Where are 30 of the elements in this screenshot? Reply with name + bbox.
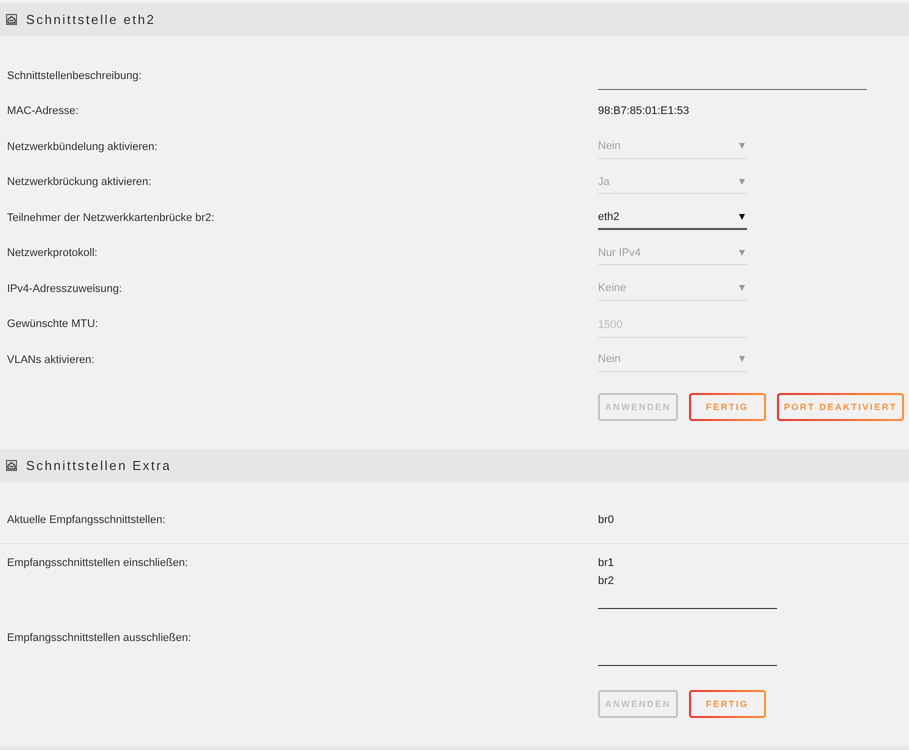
action-button[interactable]: FERTIG <box>688 690 766 718</box>
caret-icon <box>739 143 745 150</box>
section-title: Schnittstelle eth2 <box>26 12 156 27</box>
dropdown[interactable]: eth2 <box>598 206 747 230</box>
action-button[interactable]: PORT DEAKTIVIERT <box>776 392 904 420</box>
field-label: Teilnehmer der Netzwerkkartenbrücke br2: <box>7 210 214 226</box>
list-entry: br1 <box>598 556 614 571</box>
caret-icon <box>739 178 745 185</box>
field-label: Empfangsschnittstellen ausschließen: <box>7 631 192 646</box>
field-label: Netzwerkbrückung aktivieren: <box>7 175 152 190</box>
action-button[interactable]: FERTIG <box>688 392 766 420</box>
field-label: Gewünschte MTU: <box>7 317 98 332</box>
caret-icon <box>739 250 745 256</box>
field-label: MAC-Adresse: <box>7 104 79 120</box>
field-label: Netzwerkbündelung aktivieren: <box>7 140 158 155</box>
field-label: Empfangsschnittstellen einschließen: <box>7 556 188 571</box>
field-label: Schnittstellenbeschreibung: <box>7 68 142 84</box>
list-entry: br2 <box>598 574 614 589</box>
field-label: Aktuelle Empfangsschnittstellen: <box>7 513 166 528</box>
field-label: Netzwerkprotokoll: <box>7 246 98 262</box>
house-icon <box>6 460 17 470</box>
field-label: IPv4-Adresszuweisung: <box>7 282 122 297</box>
section-title: Schnittstellen Extra <box>26 458 172 472</box>
value-text: 98:B7:85:01:E1:53 <box>598 104 690 120</box>
caret-icon <box>739 214 745 220</box>
caret-icon <box>739 356 745 362</box>
field-label: VLANs aktivieren: <box>7 352 94 368</box>
house-icon <box>6 14 17 25</box>
value-text: br0 <box>598 513 614 528</box>
caret-icon <box>739 285 745 292</box>
